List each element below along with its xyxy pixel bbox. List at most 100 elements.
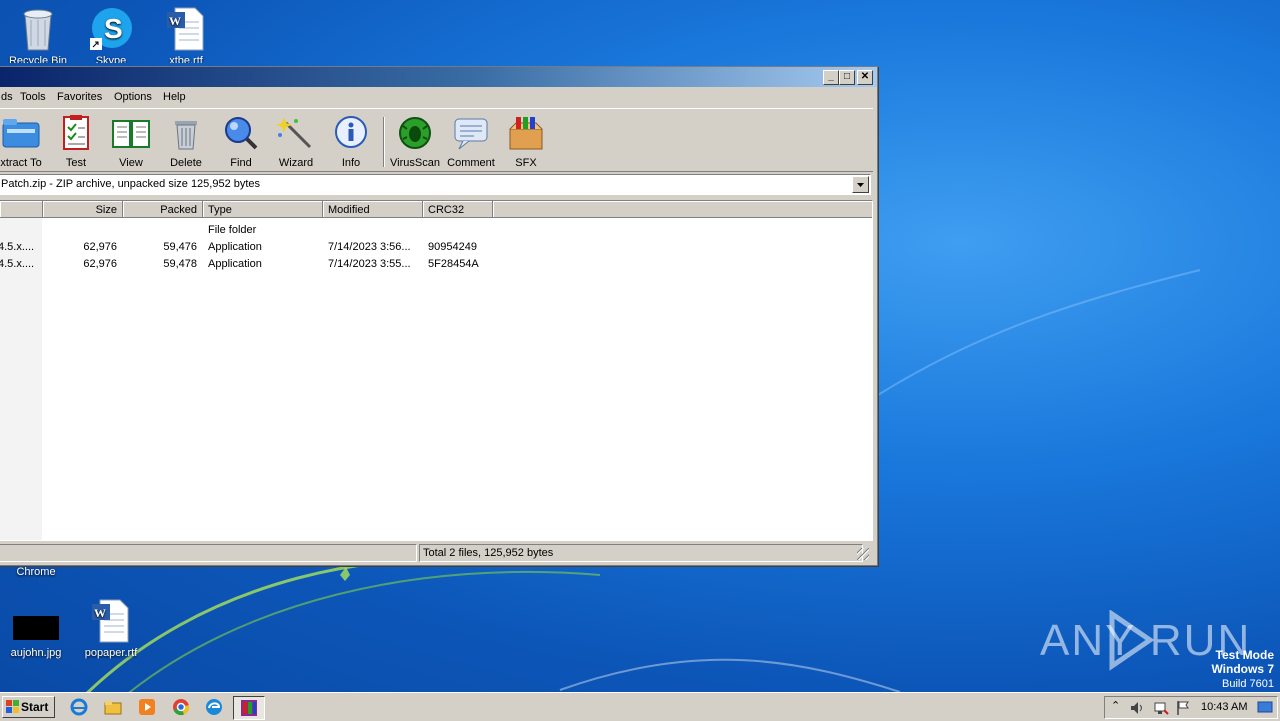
info-button[interactable]: Info <box>323 115 379 169</box>
minimize-button[interactable]: _ <box>823 70 839 85</box>
row-name: 4.5.x.... <box>0 241 35 253</box>
magic-wand-icon <box>276 115 316 151</box>
sfx-box-icon <box>506 115 546 151</box>
table-row[interactable]: 4.5.x.... 62,976 59,478 Application 7/14… <box>0 255 872 272</box>
table-row[interactable]: 4.5.x.... 62,976 59,476 Application 7/14… <box>0 238 872 255</box>
watermark-test-mode: Test Mode <box>1215 648 1274 662</box>
toolbar-label: Test <box>65 157 87 169</box>
column-header-name[interactable] <box>0 201 43 218</box>
info-icon <box>331 115 371 151</box>
close-icon: ✕ <box>860 71 870 82</box>
row-crc: 90954249 <box>428 241 477 253</box>
toolbar-label: Comment <box>447 157 495 169</box>
show-desktop-icon[interactable] <box>1257 700 1273 714</box>
desktop-icon-xtbe-rtf[interactable]: W xtbe.rtf <box>148 6 224 63</box>
resize-grip-icon[interactable] <box>857 548 869 560</box>
toolbar-label: VirusScan <box>390 157 440 169</box>
svg-text:W: W <box>169 14 181 28</box>
row-packed: 59,478 <box>163 258 197 270</box>
word-document-icon: W <box>88 598 134 644</box>
desktop-icon-recycle-bin[interactable]: Recycle Bin <box>0 6 76 63</box>
column-header-size[interactable]: Size <box>43 201 123 218</box>
view-button[interactable]: View <box>103 115 159 169</box>
toolbar-separator <box>383 117 385 167</box>
windows-logo-icon <box>6 700 19 713</box>
menu-tools[interactable]: Tools <box>20 91 46 103</box>
extract-to-button[interactable]: xtract To <box>0 115 49 169</box>
status-text: Total 2 files, 125,952 bytes <box>423 547 554 559</box>
sfx-button[interactable]: SFX <box>498 115 554 169</box>
image-file-icon <box>13 598 59 644</box>
address-bar[interactable]: Patch.zip - ZIP archive, unpacked size 1… <box>0 174 871 195</box>
row-modified: 7/14/2023 3:55... <box>328 258 411 270</box>
desktop-icon-label: popaper.rtf <box>84 647 138 659</box>
column-header-crc32[interactable]: CRC32 <box>423 201 493 218</box>
row-packed: 59,476 <box>163 241 197 253</box>
desktop-icon-label: Chrome <box>16 566 56 578</box>
wizard-button[interactable]: Wizard <box>268 115 324 169</box>
checklist-icon <box>56 115 96 151</box>
start-button[interactable]: Start <box>2 696 55 718</box>
menu-commands[interactable]: ds <box>1 91 13 103</box>
desktop-icon-label: Recycle Bin <box>8 55 68 63</box>
toolbar-label: Info <box>341 157 361 169</box>
maximize-icon: □ <box>843 71 851 82</box>
test-button[interactable]: Test <box>48 115 104 169</box>
desktop-icon-skype[interactable]: S Skype <box>73 6 149 63</box>
status-pane-right: Total 2 files, 125,952 bytes <box>419 544 863 562</box>
clock[interactable]: 10:43 AM <box>1201 701 1247 713</box>
winrar-window[interactable]: _ □ ✕ ds Tools Favorites Options Help xt… <box>0 66 878 566</box>
column-header-packed[interactable]: Packed <box>123 201 203 218</box>
word-document-icon: W <box>163 6 209 52</box>
toolbar: xtract To Test View Delete Find Wizard I… <box>0 108 873 172</box>
taskbar: Start ⌃ 10:43 AM <box>0 692 1280 721</box>
title-bar[interactable]: _ □ ✕ <box>0 67 877 87</box>
media-player-icon[interactable] <box>138 698 156 716</box>
winrar-taskbar-button[interactable] <box>233 696 265 720</box>
svg-text:S: S <box>104 13 123 44</box>
internet-explorer-icon[interactable] <box>70 698 88 716</box>
desktop-icon-aujohn-jpg[interactable]: aujohn.jpg <box>0 598 74 659</box>
chevron-down-icon <box>857 183 864 187</box>
toolbar-label: xtract To <box>0 157 42 169</box>
volume-icon[interactable] <box>1129 700 1145 716</box>
start-label: Start <box>21 700 49 714</box>
address-dropdown-button[interactable] <box>852 176 869 193</box>
row-size: 62,976 <box>83 258 117 270</box>
desktop-icon-label: Skype <box>95 55 127 63</box>
desktop-icon-popaper-rtf[interactable]: W popaper.rtf <box>73 598 149 659</box>
toolbar-label: View <box>119 157 143 169</box>
close-button[interactable]: ✕ <box>857 70 873 85</box>
tray-expand-icon[interactable]: ⌃ <box>1111 699 1120 712</box>
winrar-icon <box>241 700 257 716</box>
menu-favorites[interactable]: Favorites <box>57 91 102 103</box>
extract-folder-icon <box>1 115 41 151</box>
desktop-icon-label: aujohn.jpg <box>10 647 62 659</box>
minimize-icon: _ <box>828 71 834 82</box>
action-center-flag-icon[interactable] <box>1175 700 1191 716</box>
edge-icon[interactable] <box>205 698 223 716</box>
bug-icon <box>395 115 435 151</box>
toolbar-label: Wizard <box>278 157 314 169</box>
virusscan-button[interactable]: VirusScan <box>387 115 443 169</box>
row-type: Application <box>208 241 262 253</box>
watermark-build: Build 7601 <box>1222 678 1274 690</box>
file-list[interactable]: Size Packed Type Modified CRC32 File fol… <box>0 200 873 541</box>
menu-options[interactable]: Options <box>114 91 152 103</box>
network-icon[interactable] <box>1153 700 1169 716</box>
column-header-modified[interactable]: Modified <box>323 201 423 218</box>
chrome-icon[interactable] <box>172 698 190 716</box>
status-bar: Total 2 files, 125,952 bytes <box>0 544 871 562</box>
column-header-type[interactable]: Type <box>203 201 323 218</box>
find-button[interactable]: Find <box>213 115 269 169</box>
menu-help[interactable]: Help <box>163 91 186 103</box>
delete-button[interactable]: Delete <box>158 115 214 169</box>
row-modified: 7/14/2023 3:56... <box>328 241 411 253</box>
table-row[interactable]: File folder <box>0 221 872 238</box>
maximize-button[interactable]: □ <box>839 70 855 85</box>
file-explorer-icon[interactable] <box>104 698 122 716</box>
book-icon <box>111 115 151 151</box>
comment-button[interactable]: Comment <box>443 115 499 169</box>
toolbar-label: Find <box>230 157 252 169</box>
watermark-windows-version: Windows 7 <box>1211 662 1274 676</box>
